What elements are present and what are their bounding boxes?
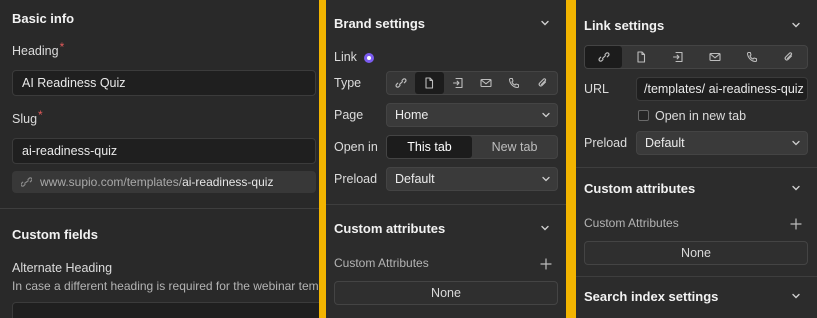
preload-select[interactable]: Default bbox=[636, 131, 808, 155]
email-icon bbox=[480, 78, 492, 88]
chevron-down-icon[interactable] bbox=[791, 291, 801, 301]
url-slug: ai-readiness-quiz bbox=[182, 175, 274, 189]
chevron-down-icon bbox=[791, 132, 801, 154]
page-icon bbox=[636, 51, 645, 63]
type-link-button[interactable] bbox=[585, 46, 622, 68]
open-in-new-tab[interactable]: New tab bbox=[472, 136, 557, 158]
link-label: Link bbox=[334, 50, 357, 64]
url-prefix: www.supio.com/templates/ bbox=[40, 175, 183, 189]
page-select-value: Home bbox=[395, 108, 429, 122]
heading-input[interactable]: AI Readiness Quiz bbox=[12, 70, 316, 96]
basic-info-panel: Basic info Heading* AI Readiness Quiz Sl… bbox=[0, 0, 319, 318]
link-icon bbox=[395, 78, 407, 88]
open-in-this-tab[interactable]: This tab bbox=[387, 136, 472, 158]
brand-settings-title: Brand settings bbox=[334, 16, 426, 31]
add-attribute-plus-icon[interactable] bbox=[790, 218, 802, 230]
url-label: URL bbox=[584, 82, 610, 96]
open-in-toggle[interactable]: This tab New tab bbox=[386, 135, 558, 159]
basic-info-title: Basic info bbox=[12, 11, 75, 26]
slug-input[interactable]: ai-readiness-quiz bbox=[12, 138, 316, 164]
custom-attributes-empty: None bbox=[334, 281, 558, 305]
preload-label: Preload bbox=[584, 136, 628, 150]
link-radio[interactable] bbox=[364, 53, 374, 63]
chevron-down-icon bbox=[541, 104, 551, 126]
add-attribute-plus-icon[interactable] bbox=[540, 258, 552, 270]
open-new-tab-checkbox[interactable] bbox=[638, 110, 649, 121]
section-icon bbox=[672, 51, 683, 63]
phone-icon bbox=[746, 51, 757, 63]
brand-settings-panel: Brand settings Link Type Page Home Open … bbox=[326, 0, 566, 318]
required-marker: * bbox=[38, 108, 43, 122]
preload-select-value: Default bbox=[395, 172, 435, 186]
page-select[interactable]: Home bbox=[386, 103, 558, 127]
custom-attributes-label: Custom Attributes bbox=[334, 256, 429, 270]
custom-fields-title: Custom fields bbox=[12, 227, 98, 242]
divider bbox=[0, 208, 319, 209]
chevron-down-icon[interactable] bbox=[791, 183, 801, 193]
custom-attributes-empty: None bbox=[584, 241, 808, 265]
type-email-button[interactable] bbox=[696, 46, 733, 68]
link-icon bbox=[21, 171, 32, 193]
attachment-icon bbox=[538, 78, 546, 87]
open-in-label: Open in bbox=[334, 140, 378, 154]
search-index-settings-title: Search index settings bbox=[584, 289, 719, 304]
type-link-button[interactable] bbox=[387, 72, 415, 94]
section-icon bbox=[452, 77, 463, 89]
url-input[interactable]: /templates/ ai-readiness-quiz bbox=[636, 77, 808, 101]
link-settings-panel: Link settings URL /templates/ ai-readine… bbox=[576, 0, 817, 318]
alternate-heading-input[interactable] bbox=[12, 302, 319, 318]
type-phone-button[interactable] bbox=[733, 46, 770, 68]
link-type-selector[interactable] bbox=[386, 71, 558, 95]
type-section-button[interactable] bbox=[444, 72, 472, 94]
alternate-heading-label: Alternate Heading bbox=[12, 261, 113, 275]
chevron-down-icon bbox=[541, 168, 551, 190]
preload-select[interactable]: Default bbox=[386, 167, 558, 191]
link-settings-title: Link settings bbox=[584, 18, 665, 33]
attachment-icon bbox=[784, 52, 792, 61]
type-email-button[interactable] bbox=[472, 72, 500, 94]
custom-attributes-title: Custom attributes bbox=[334, 221, 446, 236]
preload-label: Preload bbox=[334, 172, 378, 186]
heading-label: Heading* bbox=[12, 40, 65, 58]
type-attachment-button[interactable] bbox=[770, 46, 807, 68]
type-phone-button[interactable] bbox=[500, 72, 528, 94]
link-icon bbox=[597, 52, 610, 62]
divider bbox=[326, 204, 566, 205]
type-attachment-button[interactable] bbox=[529, 72, 557, 94]
divider bbox=[576, 276, 817, 277]
type-page-button[interactable] bbox=[622, 46, 659, 68]
preload-select-value: Default bbox=[645, 136, 685, 150]
type-page-button[interactable] bbox=[415, 72, 444, 94]
page-label: Page bbox=[334, 108, 364, 122]
alternate-heading-help: In case a different heading is required … bbox=[12, 279, 319, 293]
custom-attributes-title: Custom attributes bbox=[584, 181, 696, 196]
divider bbox=[576, 167, 817, 168]
url-preview: www.supio.com/templates/ai-readiness-qui… bbox=[12, 171, 316, 193]
chevron-down-icon[interactable] bbox=[540, 18, 550, 28]
custom-attributes-label: Custom Attributes bbox=[584, 216, 679, 230]
required-marker: * bbox=[59, 40, 65, 54]
link-type-selector[interactable] bbox=[584, 45, 808, 69]
chevron-down-icon[interactable] bbox=[540, 223, 550, 233]
type-section-button[interactable] bbox=[659, 46, 696, 68]
page-icon bbox=[425, 77, 434, 89]
email-icon bbox=[708, 52, 721, 62]
open-new-tab-label: Open in new tab bbox=[655, 109, 747, 123]
chevron-down-icon[interactable] bbox=[791, 20, 801, 30]
type-label: Type bbox=[334, 76, 362, 90]
slug-label: Slug* bbox=[12, 108, 43, 126]
phone-icon bbox=[509, 77, 520, 89]
